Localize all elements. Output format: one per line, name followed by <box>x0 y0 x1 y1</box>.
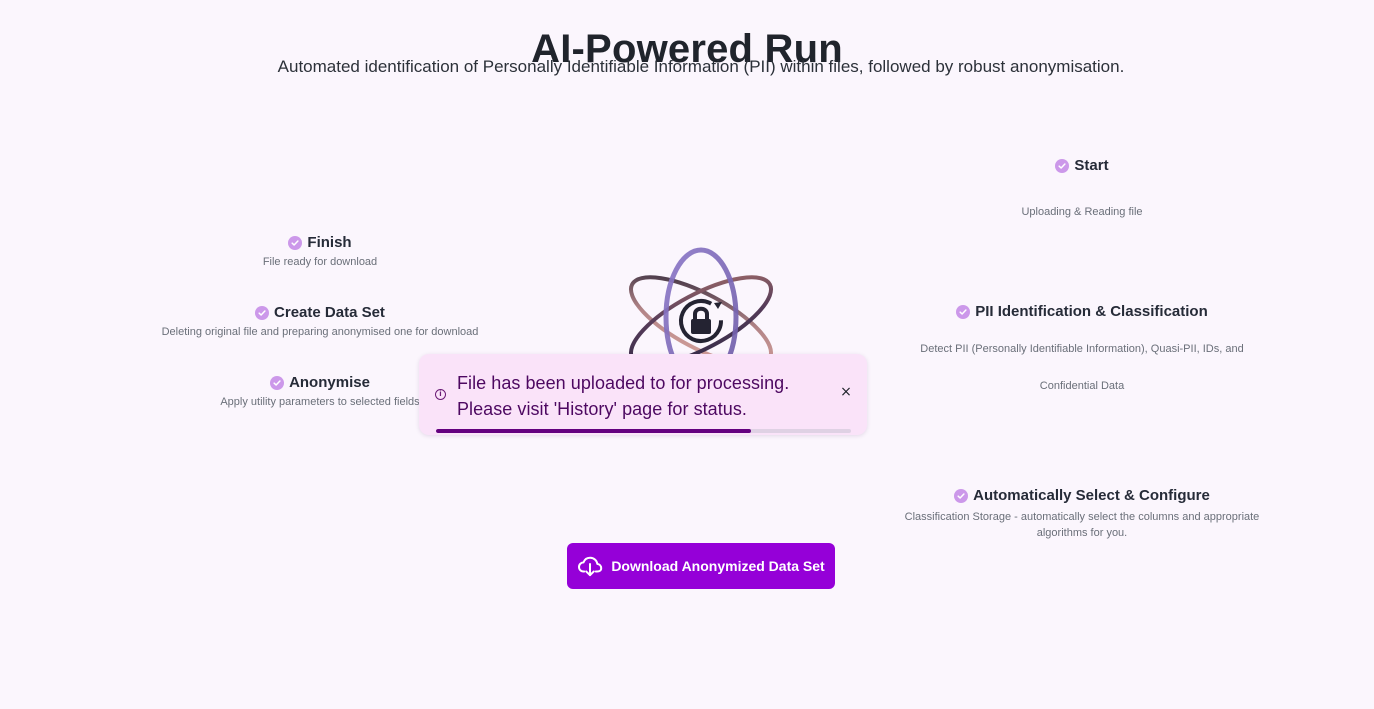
download-button-label: Download Anonymized Data Set <box>611 558 825 574</box>
step-description-finish: File ready for download <box>262 256 378 268</box>
process-step-create-data-set: Create Data Set Deleting original file a… <box>130 304 510 340</box>
notification-progress-fill <box>436 429 752 433</box>
step-description-create-data-set: Deleting original file and preparing ano… <box>161 326 479 338</box>
step-title-label: Finish <box>307 234 352 251</box>
check-circle-icon <box>954 489 969 503</box>
step-title-automatically-select: Automatically Select & Configure <box>954 487 1210 505</box>
process-step-pii-identification: PII Identification & Classification Dete… <box>872 303 1292 405</box>
step-title-label: Anonymise <box>289 374 370 391</box>
description-line: Classification Storage - automatically s… <box>904 511 1260 523</box>
notification-progress-track <box>436 429 851 433</box>
step-title-label: Automatically Select & Configure <box>973 487 1210 504</box>
step-description-automatically-select: Classification Storage - automatically s… <box>872 509 1292 541</box>
step-description-start: Uploading & Reading file <box>1021 206 1143 218</box>
upload-notification: i File has been uploaded to for processi… <box>419 354 867 435</box>
step-title-label: Start <box>1074 157 1109 174</box>
description-line: Detect PII (Personally Identifiable Info… <box>920 343 1244 355</box>
check-circle-icon <box>288 236 303 250</box>
description-line: Confidential Data <box>1039 380 1125 392</box>
step-title-pii-identification: PII Identification & Classification <box>956 303 1208 321</box>
cloud-download-icon <box>578 556 603 577</box>
check-circle-icon <box>255 306 270 320</box>
step-title-create-data-set: Create Data Set <box>255 304 385 322</box>
page-subtitle: Automated identification of Personally I… <box>277 57 1125 76</box>
step-title-finish: Finish <box>288 234 352 252</box>
close-icon[interactable]: × <box>840 385 852 399</box>
step-title-anonymise: Anonymise <box>270 374 370 392</box>
ai-powered-run-page: AI-Powered Run Automated identification … <box>0 0 1374 709</box>
check-circle-icon <box>1055 159 1070 173</box>
check-circle-icon <box>270 376 285 390</box>
process-step-start: Start Uploading & Reading file <box>872 157 1292 220</box>
step-title-label: PII Identification & Classification <box>975 303 1208 320</box>
download-anonymized-data-set-button[interactable]: Download Anonymized Data Set <box>567 543 835 589</box>
process-step-finish: Finish File ready for download <box>130 234 510 270</box>
check-circle-icon <box>956 305 971 319</box>
description-line: algorithms for you. <box>1036 527 1128 539</box>
step-title-start: Start <box>1055 157 1109 175</box>
info-icon: i <box>435 389 446 400</box>
step-title-label: Create Data Set <box>274 304 385 321</box>
notification-message: File has been uploaded to for processing… <box>457 373 790 419</box>
step-description-pii-identification: Detect PII (Personally Identifiable Info… <box>872 331 1292 405</box>
process-step-automatically-select: Automatically Select & Configure Classif… <box>872 487 1292 541</box>
